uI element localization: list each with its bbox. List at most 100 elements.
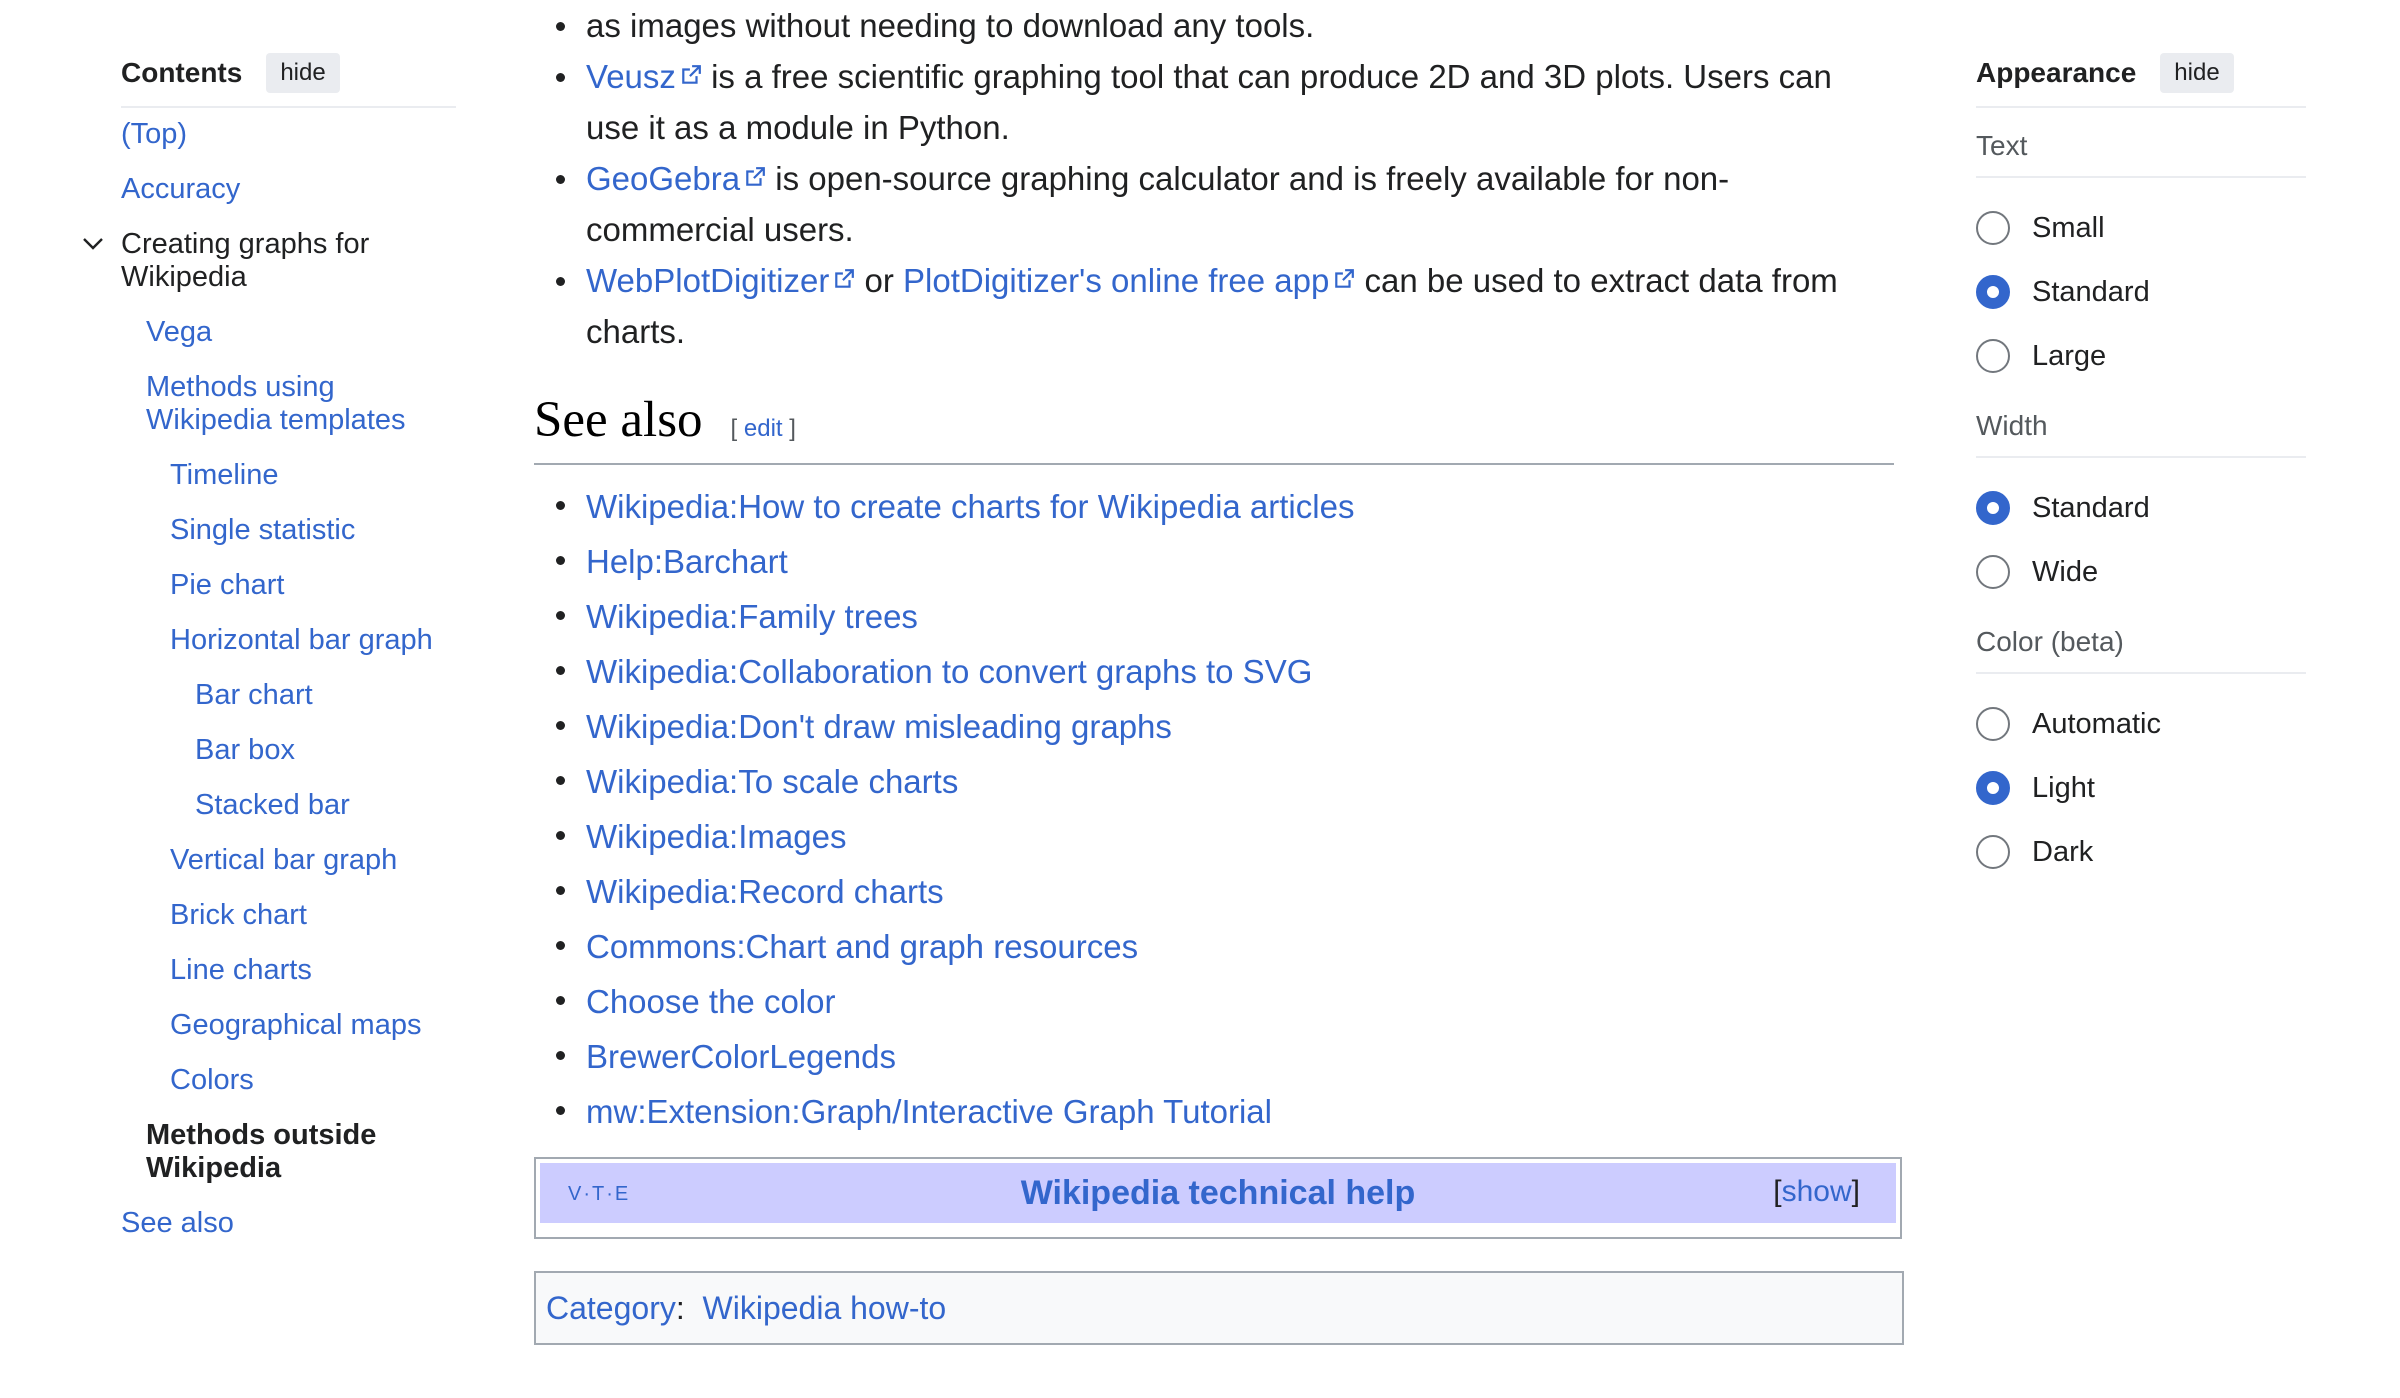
radio-option-standard[interactable]: Standard bbox=[1976, 476, 2306, 540]
veusz-description: is a free scientific graphing tool that … bbox=[586, 58, 1832, 146]
radio-button[interactable] bbox=[1976, 339, 2010, 373]
list-item: Wikipedia:Collaboration to convert graph… bbox=[534, 644, 1886, 699]
see-also-link-wikipedia-how-to-create-charts-for-wikipedia-articles[interactable]: Wikipedia:How to create charts for Wikip… bbox=[586, 488, 1354, 525]
radio-option-wide[interactable]: Wide bbox=[1976, 540, 2306, 604]
chevron-down-icon[interactable] bbox=[81, 234, 105, 254]
radio-option-small[interactable]: Small bbox=[1976, 196, 2306, 260]
toc-item-vertical-bar-graph[interactable]: Vertical bar graph bbox=[121, 844, 456, 877]
list-item: BrewerColorLegends bbox=[534, 1029, 1886, 1084]
toc-item-timeline[interactable]: Timeline bbox=[121, 459, 456, 492]
see-also-link-wikipedia-collaboration-to-convert-graphs-to-svg[interactable]: Wikipedia:Collaboration to convert graph… bbox=[586, 653, 1312, 690]
toc-item-label: Timeline bbox=[170, 459, 279, 491]
toc-item-pie-chart[interactable]: Pie chart bbox=[121, 569, 456, 602]
radio-label: Wide bbox=[2032, 555, 2099, 588]
article-content: as images without needing to download an… bbox=[534, 0, 1904, 1345]
vte-links[interactable]: V·T·E bbox=[568, 1183, 630, 1206]
radio-button[interactable] bbox=[1976, 491, 2010, 525]
navbox-show-toggle: [show] bbox=[1773, 1175, 1860, 1209]
bracket-close: ] bbox=[1851, 1175, 1860, 1208]
radio-button[interactable] bbox=[1976, 275, 2010, 309]
appearance-title: Appearance bbox=[1976, 57, 2137, 88]
plotdigitizer-app-link[interactable]: PlotDigitizer's online free app bbox=[903, 262, 1329, 299]
toc-item-bar-box[interactable]: Bar box bbox=[121, 734, 456, 767]
toc-item-label: Creating graphs for Wikipedia bbox=[121, 228, 370, 293]
radio-option-large[interactable]: Large bbox=[1976, 324, 2306, 388]
toc-header: Contents hide bbox=[121, 48, 456, 108]
toc-item-colors[interactable]: Colors bbox=[121, 1064, 456, 1097]
toc-hide-button[interactable]: hide bbox=[266, 53, 340, 93]
edit-link[interactable]: edit bbox=[744, 415, 783, 442]
appearance-header: Appearance hide bbox=[1976, 48, 2306, 108]
toc-item-methods-using-wikipedia-templates[interactable]: Methods using Wikipedia templates bbox=[121, 371, 446, 437]
toc-item-vega[interactable]: Vega bbox=[121, 316, 456, 349]
see-also-link-help-barchart[interactable]: Help:Barchart bbox=[586, 543, 788, 580]
see-also-link-wikipedia-don-t-draw-misleading-graphs[interactable]: Wikipedia:Don't draw misleading graphs bbox=[586, 708, 1172, 745]
geogebra-link[interactable]: GeoGebra bbox=[586, 160, 740, 197]
toc-item-label: Line charts bbox=[170, 954, 312, 986]
edit-bracket-close: ] bbox=[782, 415, 796, 442]
external-link-icon bbox=[1335, 269, 1355, 288]
radio-option-dark[interactable]: Dark bbox=[1976, 820, 2306, 884]
toc-item-see-also[interactable]: See also bbox=[121, 1207, 456, 1240]
see-also-link-brewercolorlegends[interactable]: BrewerColorLegends bbox=[586, 1038, 896, 1075]
see-also-link-choose-the-color[interactable]: Choose the color bbox=[586, 983, 835, 1020]
toc-item-label: Methods outside Wikipedia bbox=[146, 1119, 377, 1184]
toc-item-label: Horizontal bar graph bbox=[170, 624, 433, 656]
toc-item-geographical-maps[interactable]: Geographical maps bbox=[121, 1009, 456, 1042]
list-item: Wikipedia:How to create charts for Wikip… bbox=[534, 479, 1886, 534]
see-also-link-wikipedia-record-charts[interactable]: Wikipedia:Record charts bbox=[586, 873, 944, 910]
veusz-link[interactable]: Veusz bbox=[586, 58, 676, 95]
see-also-link-commons-chart-and-graph-resources[interactable]: Commons:Chart and graph resources bbox=[586, 928, 1138, 965]
toc-item-line-charts[interactable]: Line charts bbox=[121, 954, 456, 987]
radio-label: Standard bbox=[2032, 491, 2150, 524]
toc-item-horizontal-bar-graph[interactable]: Horizontal bar graph bbox=[121, 624, 456, 657]
navbox-show-link[interactable]: show bbox=[1782, 1175, 1852, 1208]
see-also-list: Wikipedia:How to create charts for Wikip… bbox=[534, 479, 1894, 1139]
toc-item-methods-outside-wikipedia[interactable]: Methods outside Wikipedia bbox=[121, 1119, 446, 1185]
category-label-link[interactable]: Category bbox=[546, 1290, 676, 1326]
toc-item-label: See also bbox=[121, 1207, 234, 1239]
list-item: as images without needing to download an… bbox=[534, 0, 1886, 51]
table-of-contents: Contents hide (Top) Accuracy Creating grap… bbox=[83, 48, 456, 1240]
toc-item-brick-chart[interactable]: Brick chart bbox=[121, 899, 456, 932]
radio-button[interactable] bbox=[1976, 835, 2010, 869]
radio-button[interactable] bbox=[1976, 707, 2010, 741]
see-also-link-wikipedia-family-trees[interactable]: Wikipedia:Family trees bbox=[586, 598, 918, 635]
toc-item-label: Methods using Wikipedia templates bbox=[146, 371, 406, 436]
toc-item-top[interactable]: (Top) bbox=[121, 118, 456, 151]
category-links: Category: Wikipedia how-to bbox=[534, 1271, 1904, 1345]
appearance-groups: Text Small Standard Large Width Standard Wide C… bbox=[1976, 130, 2306, 884]
radio-button[interactable] bbox=[1976, 555, 2010, 589]
radio-option-light[interactable]: Light bbox=[1976, 756, 2306, 820]
external-link-icon bbox=[682, 65, 701, 84]
radio-button[interactable] bbox=[1976, 771, 2010, 805]
radio-label: Light bbox=[2032, 771, 2095, 804]
toc-item-stacked-bar[interactable]: Stacked bar bbox=[121, 789, 456, 822]
radio-label: Automatic bbox=[2032, 707, 2161, 740]
see-also-link-wikipedia-to-scale-charts[interactable]: Wikipedia:To scale charts bbox=[586, 763, 958, 800]
toc-item-accuracy[interactable]: Accuracy bbox=[121, 173, 456, 206]
radio-option-automatic[interactable]: Automatic bbox=[1976, 692, 2306, 756]
radio-button[interactable] bbox=[1976, 211, 2010, 245]
appearance-hide-button[interactable]: hide bbox=[2160, 53, 2234, 93]
or-text: or bbox=[855, 262, 903, 299]
toc-item-creating-graphs-for-wikipedia[interactable]: Creating graphs for Wikipedia bbox=[83, 228, 421, 294]
list-item: Wikipedia:Don't draw misleading graphs bbox=[534, 699, 1886, 754]
toc-item-bar-chart[interactable]: Bar chart bbox=[121, 679, 456, 712]
radio-option-standard[interactable]: Standard bbox=[1976, 260, 2306, 324]
list-item: Choose the color bbox=[534, 974, 1886, 1029]
toc-item-label: Vertical bar graph bbox=[170, 844, 398, 876]
see-also-link-mw-extension-graph-interactive-graph-tutorial[interactable]: mw:Extension:Graph/Interactive Graph Tut… bbox=[586, 1093, 1272, 1130]
see-also-heading: See also bbox=[534, 392, 703, 448]
radio-label: Large bbox=[2032, 339, 2107, 372]
list-item: GeoGebra is open-source graphing calcula… bbox=[534, 153, 1886, 255]
toc-item-label: Colors bbox=[170, 1064, 254, 1096]
toc-item-single-statistic[interactable]: Single statistic bbox=[121, 514, 456, 547]
see-also-link-wikipedia-images[interactable]: Wikipedia:Images bbox=[586, 818, 846, 855]
category-value-link[interactable]: Wikipedia how-to bbox=[703, 1290, 947, 1326]
appearance-width-group: Width Standard Wide bbox=[1976, 410, 2306, 604]
webplotdigitizer-link[interactable]: WebPlotDigitizer bbox=[586, 262, 829, 299]
radio-label: Standard bbox=[2032, 275, 2150, 308]
group-title: Text bbox=[1976, 130, 2306, 178]
navbox-title[interactable]: Wikipedia technical help bbox=[540, 1174, 1896, 1213]
